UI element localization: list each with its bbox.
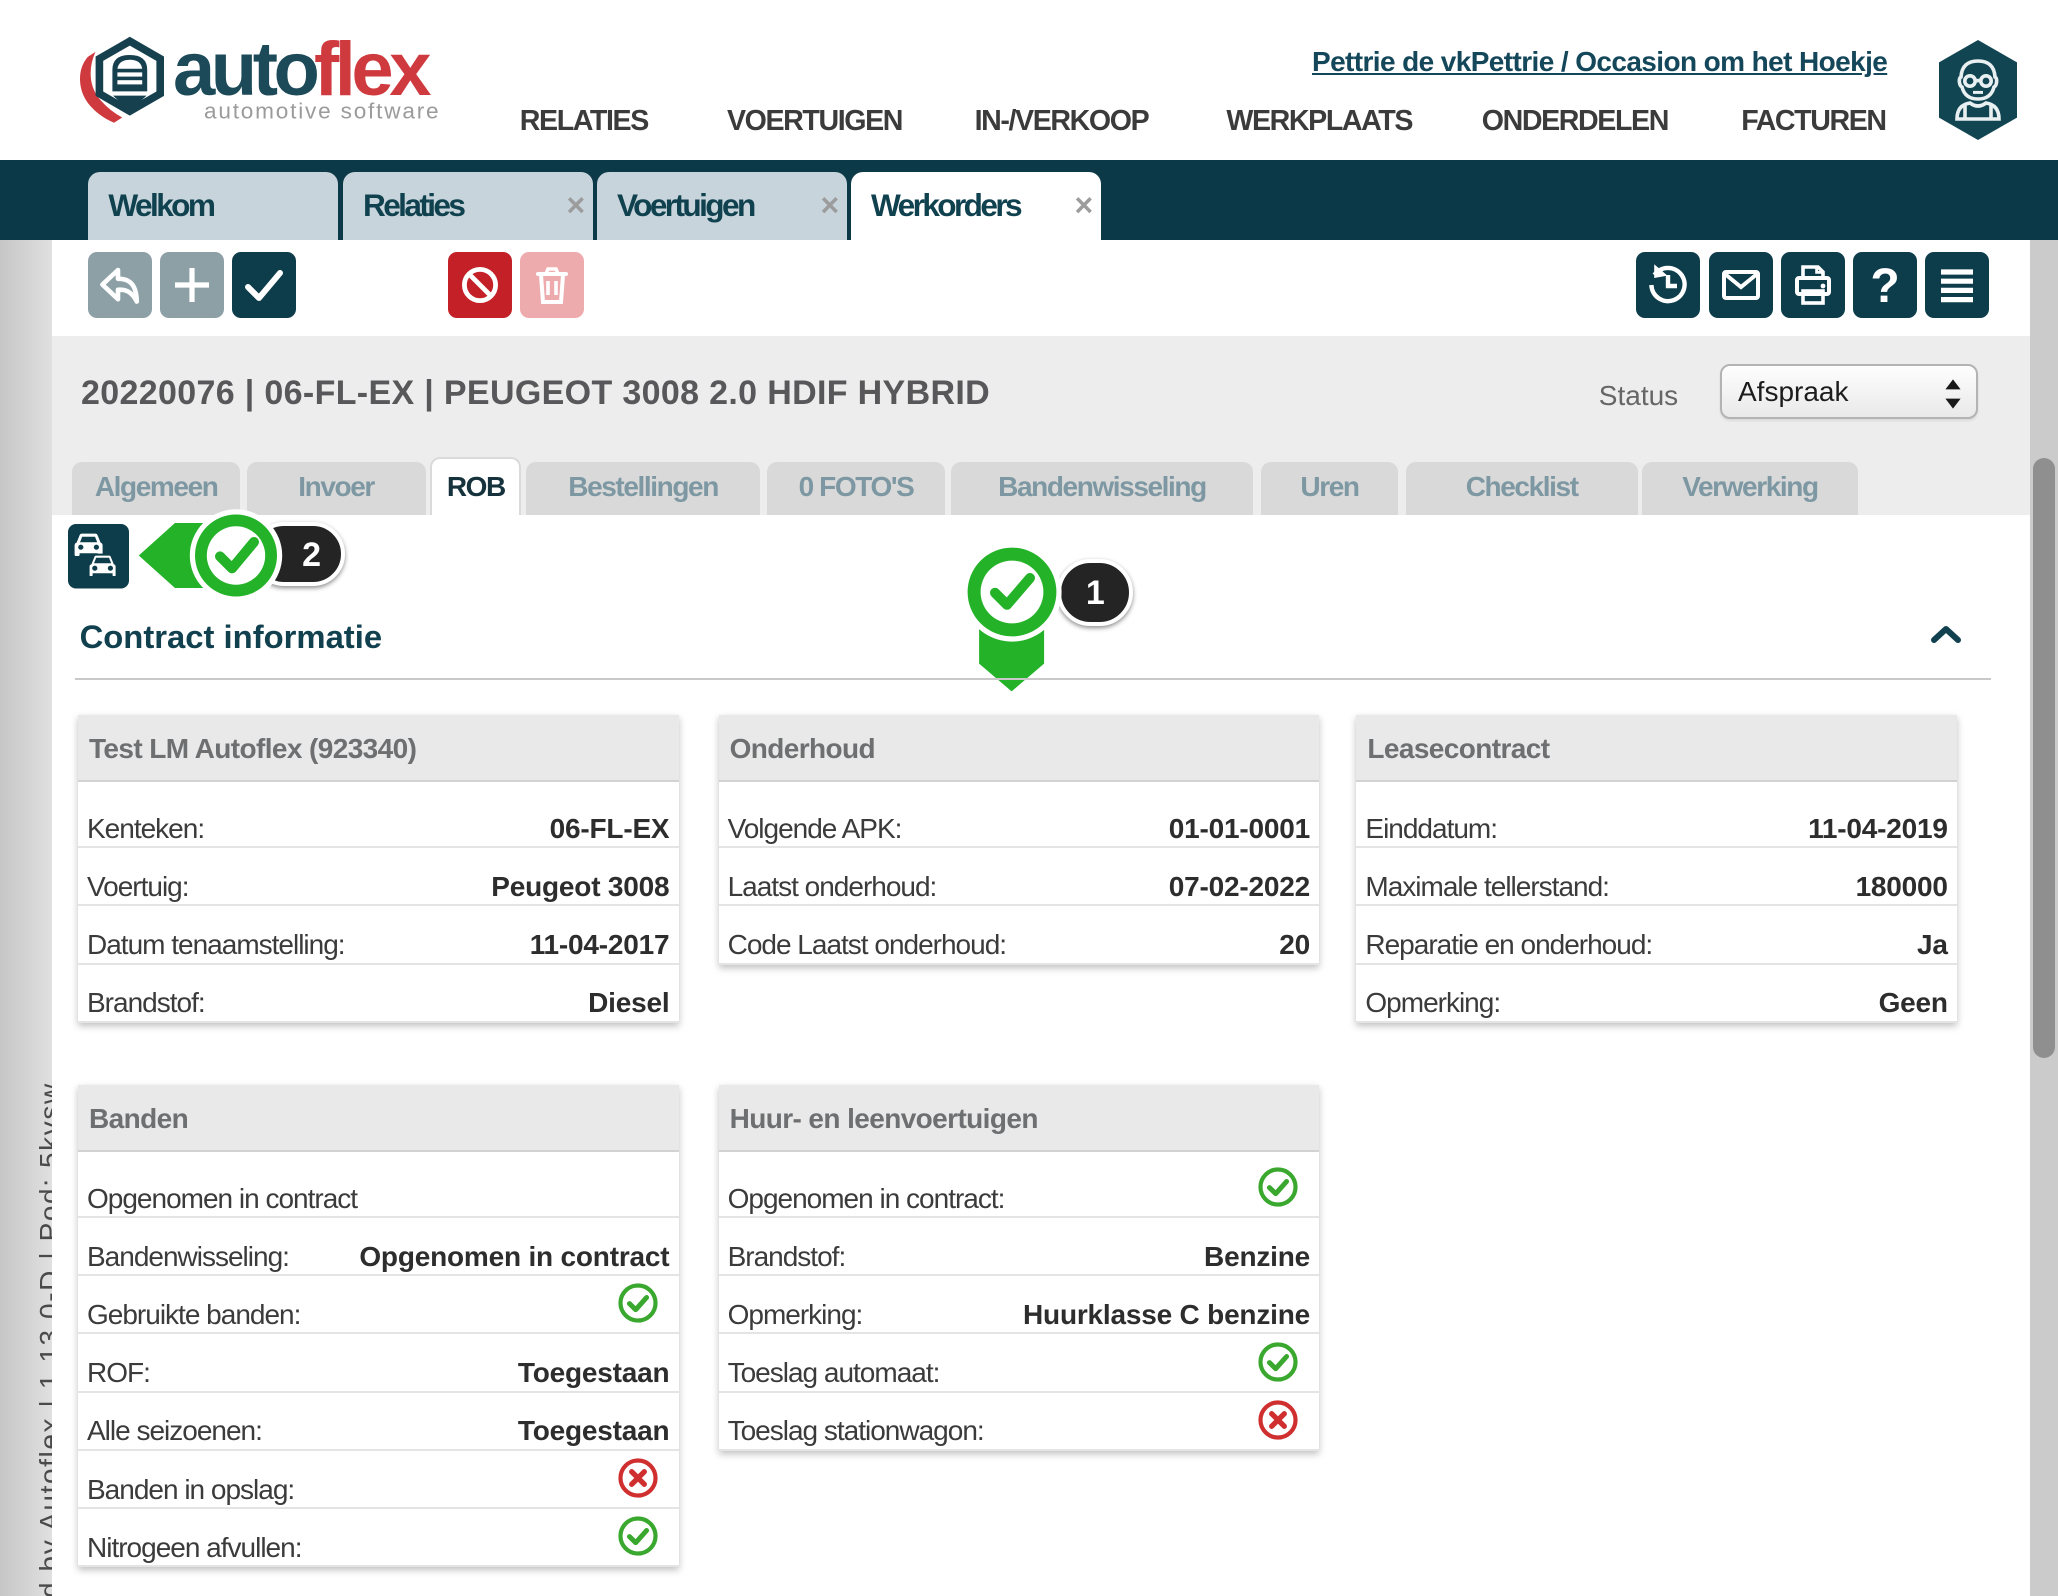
svg-text:?: ? xyxy=(1870,260,1899,313)
svg-text:automotive software: automotive software xyxy=(204,99,440,124)
